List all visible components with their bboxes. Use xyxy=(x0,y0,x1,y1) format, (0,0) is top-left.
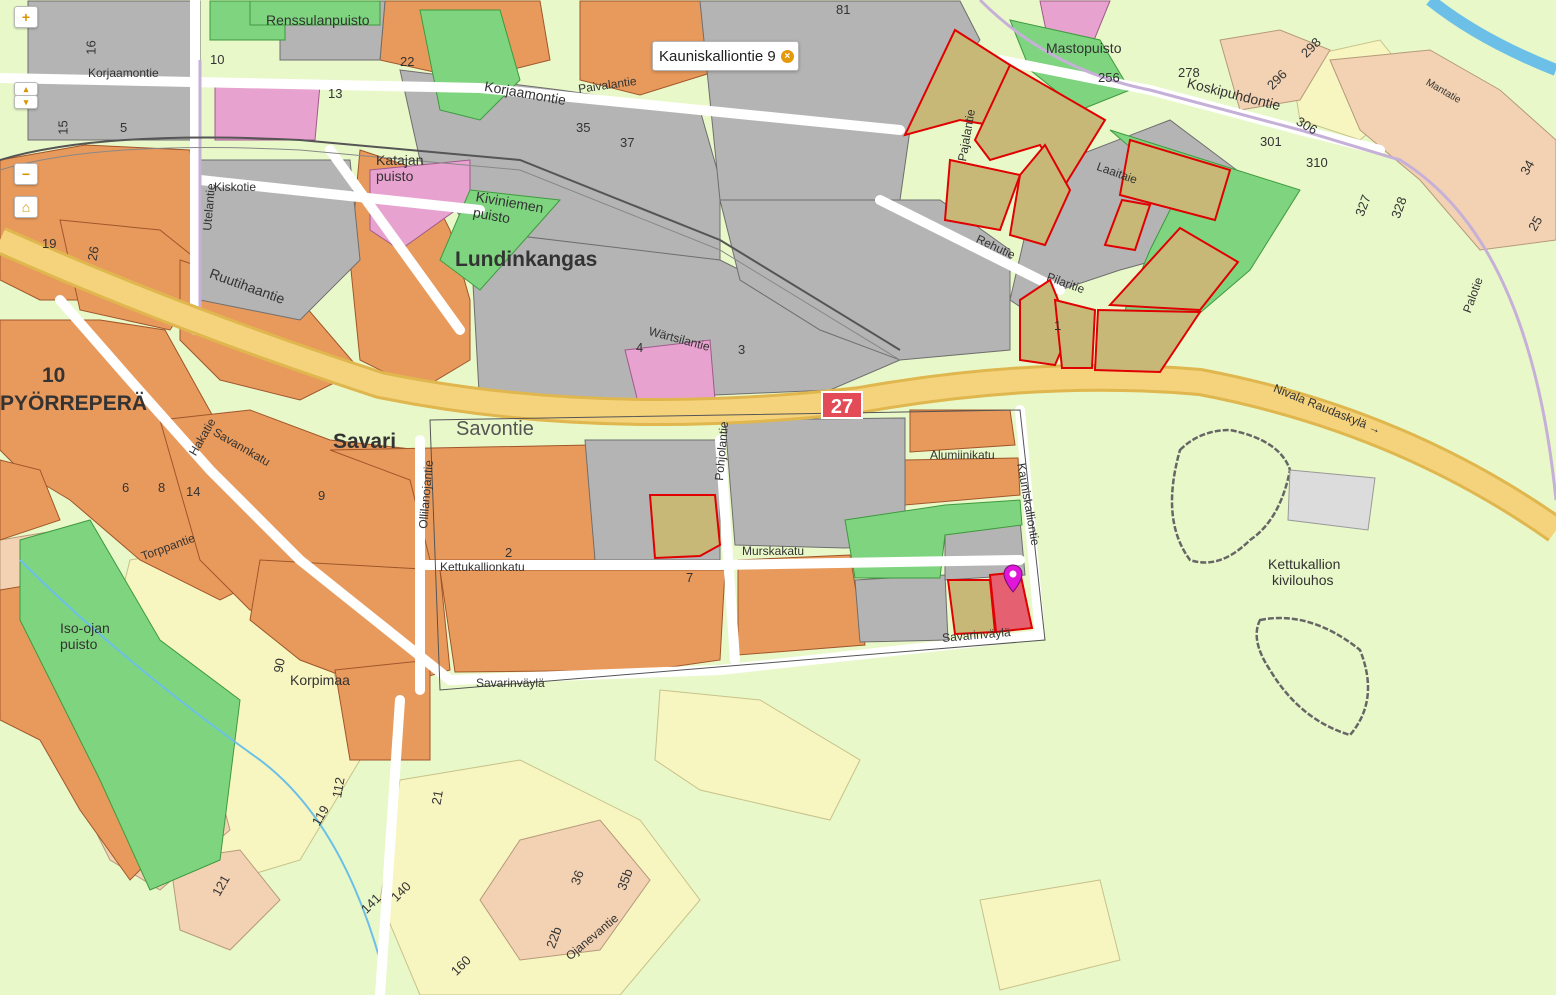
map-number: 19 xyxy=(42,236,57,251)
area-label-kivilouhos: kivilouhos xyxy=(1272,572,1334,588)
map-number: 10 xyxy=(210,52,225,67)
quarry-building xyxy=(1287,469,1376,531)
street-label-kettukallionkatu: Kettukallionkatu xyxy=(440,560,525,574)
search-result-tooltip: Kauniskalliontie 9 × xyxy=(652,41,799,71)
search-result-label: Kauniskalliontie 9 xyxy=(659,48,776,65)
map-number: 256 xyxy=(1098,70,1120,85)
zoning-map[interactable]: 27 xyxy=(0,0,1556,995)
map-number: 90 xyxy=(270,657,288,674)
pan-up-button[interactable]: ▴ xyxy=(14,82,38,96)
map-number: 9 xyxy=(318,488,326,503)
close-icon[interactable]: × xyxy=(780,50,794,63)
street-label-savarinvayla: Savarinväylä xyxy=(476,676,545,690)
area-label-lundinkangas: Lundinkangas xyxy=(455,248,598,271)
svg-text:27: 27 xyxy=(831,396,853,418)
street-label-korjaamontie-west: Korjaamontie xyxy=(88,66,159,80)
map-number: 22 xyxy=(400,54,415,69)
area-label-kettukallion: Kettukallion xyxy=(1268,556,1341,572)
area-label-korpimaa: Korpimaa xyxy=(290,672,350,688)
street-label-savontie: Savontie xyxy=(456,418,534,440)
map-number: 37 xyxy=(620,135,635,150)
street-label-renssulanpuisto: Renssulanpuisto xyxy=(266,12,370,28)
street-label-katajan-puisto: Katajan puisto xyxy=(376,152,424,184)
map-number: 2 xyxy=(505,545,513,560)
map-number: 4 xyxy=(636,340,644,355)
map-number: 21 xyxy=(428,789,446,806)
street-label-kiskotie: Kiskotie xyxy=(214,180,257,194)
map-number: 278 xyxy=(1178,65,1200,80)
zoom-in-button[interactable]: + xyxy=(14,6,38,28)
street-label-mastopuisto: Mastopuisto xyxy=(1046,40,1122,56)
map-number: 26 xyxy=(84,245,102,262)
street-label-isoojan-puisto: Iso-ojan puisto xyxy=(60,620,110,652)
area-label-pyorrepera-number: 10 xyxy=(42,364,66,387)
map-number: 14 xyxy=(186,484,201,499)
area-label-savari: Savari xyxy=(333,430,397,453)
street-label-murskakatu: Murskakatu xyxy=(742,544,805,558)
map-number: 5 xyxy=(120,120,128,135)
zoom-out-button[interactable]: − xyxy=(14,163,38,185)
pan-down-button[interactable]: ▾ xyxy=(14,95,38,109)
home-button[interactable]: ⌂ xyxy=(14,196,38,218)
map-number: 13 xyxy=(328,86,343,101)
map-number: 35 xyxy=(576,120,591,135)
map-number: 8 xyxy=(158,480,166,495)
map-number: 301 xyxy=(1260,134,1282,149)
area-label-pyorrepera: PYÖRREPERÄ xyxy=(0,392,148,415)
map-number: 15 xyxy=(55,120,71,135)
map-number: 1 xyxy=(1054,318,1062,333)
street-label-alumiinikatu: Alumiinikatu xyxy=(930,448,995,462)
map-number: 81 xyxy=(836,2,851,17)
map-number: 16 xyxy=(83,40,99,55)
highway-shield: 27 xyxy=(821,391,863,419)
map-number: 3 xyxy=(738,342,746,357)
map-number: 310 xyxy=(1306,155,1328,170)
map-number: 6 xyxy=(122,480,130,495)
map-number: 7 xyxy=(686,570,694,585)
